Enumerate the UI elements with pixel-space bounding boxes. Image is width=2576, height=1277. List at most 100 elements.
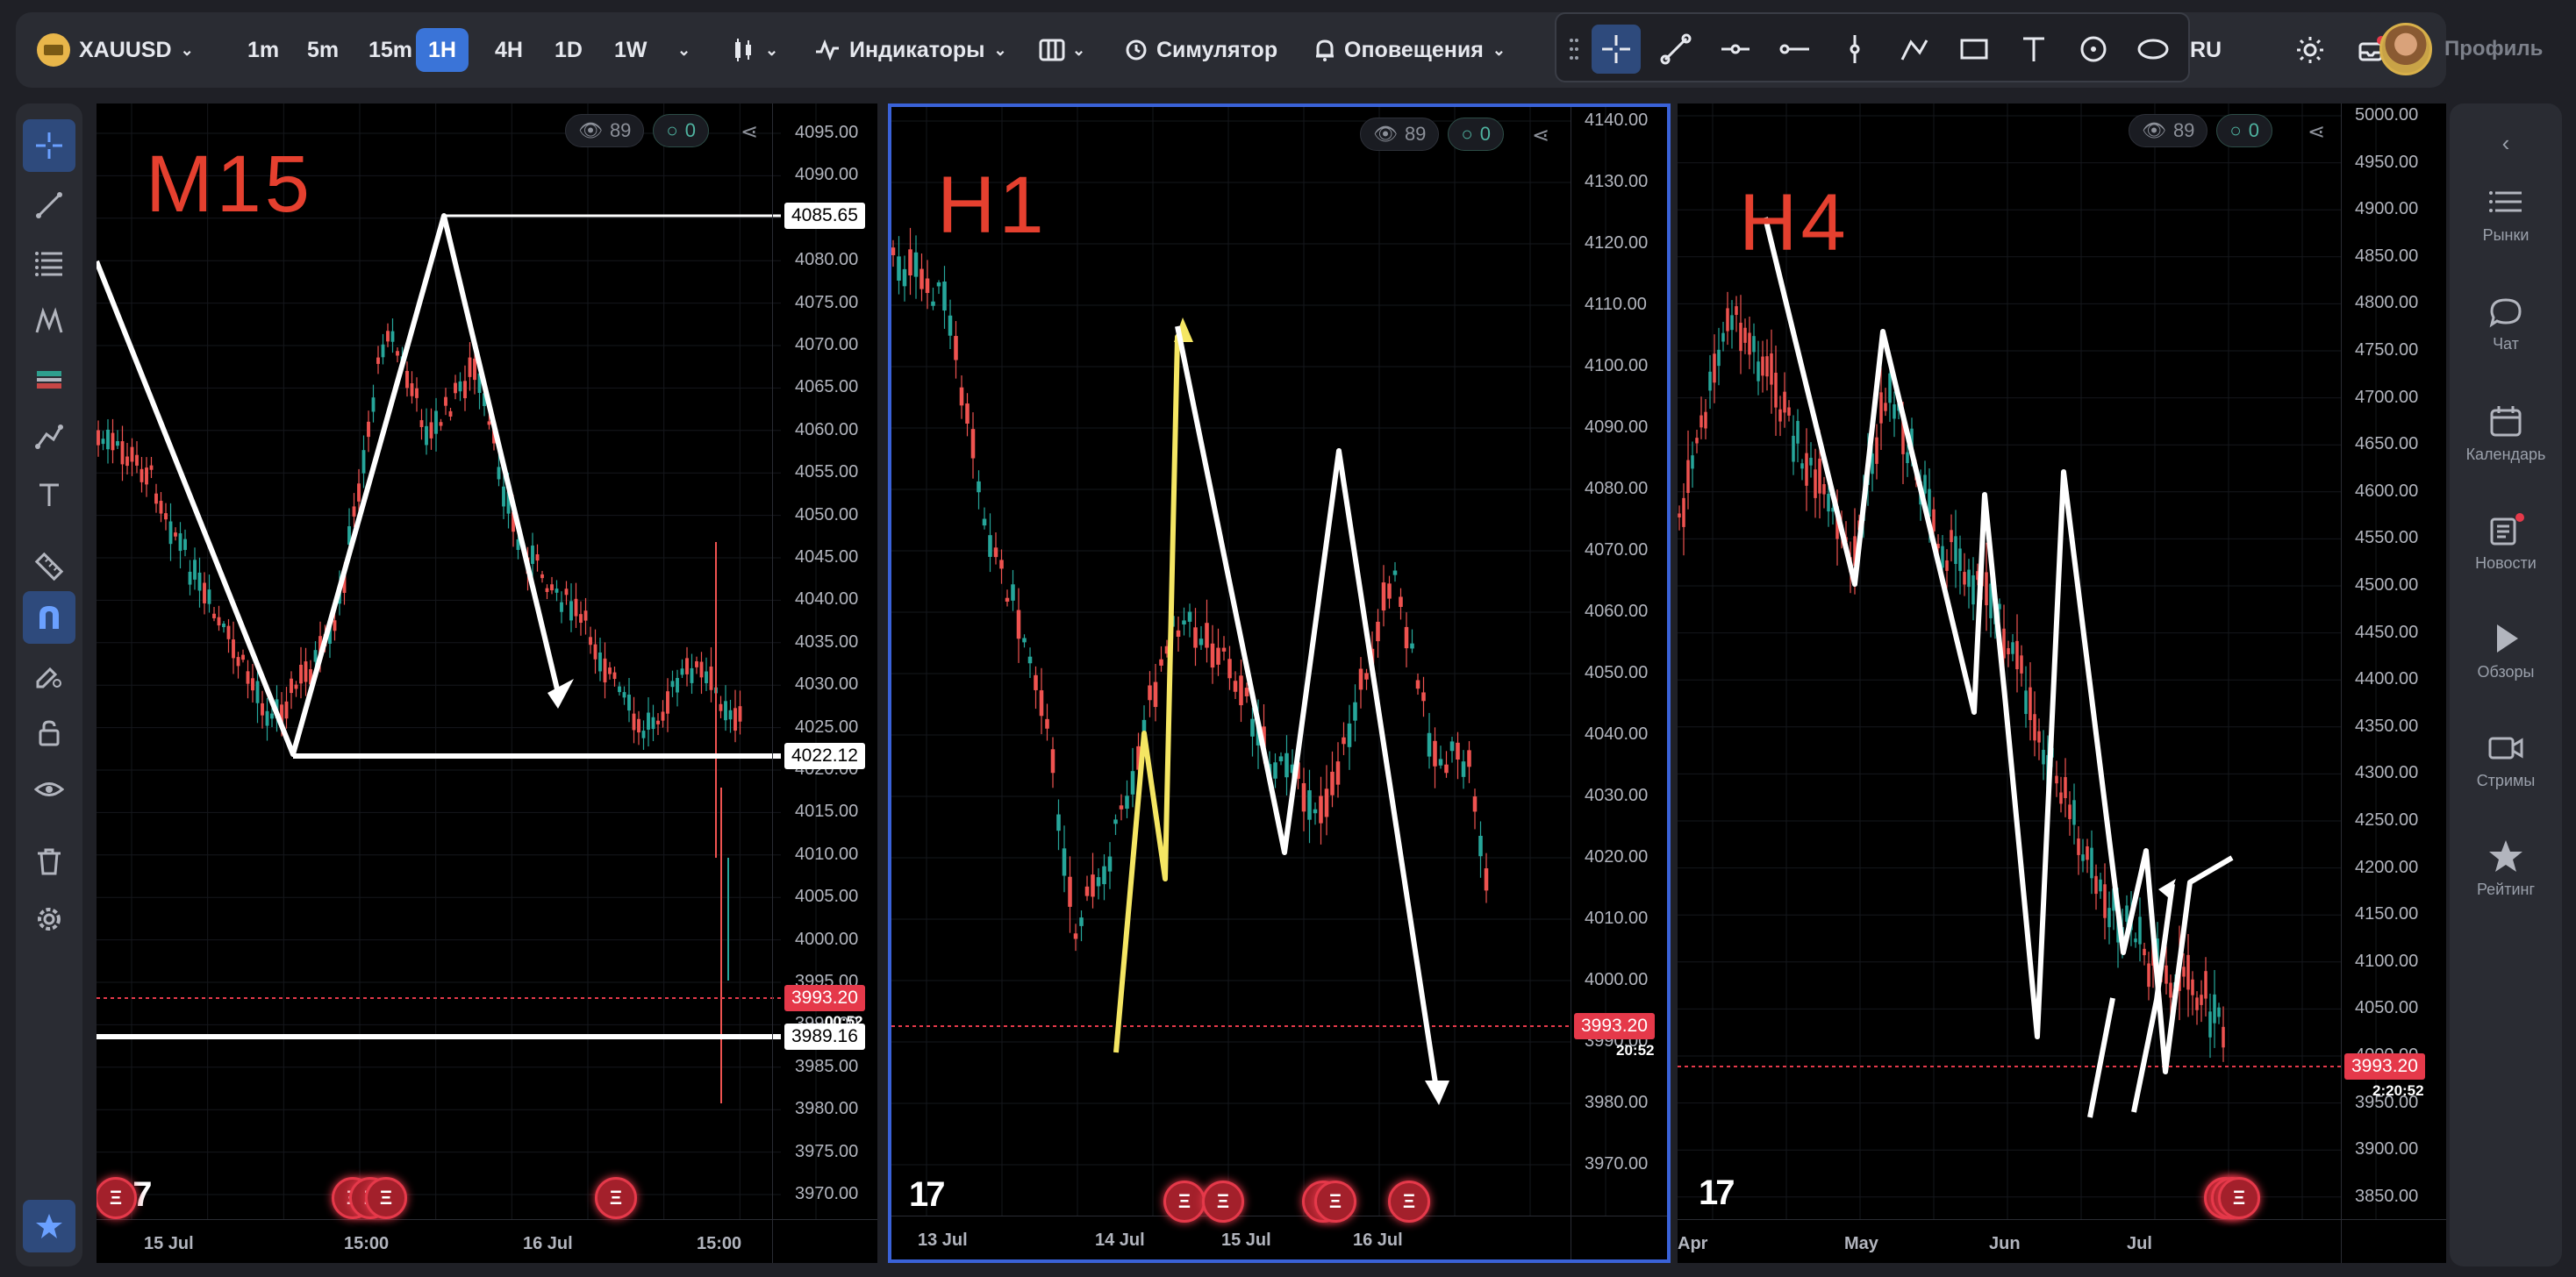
horizontal-line-tool-icon[interactable] (1711, 25, 1760, 74)
candle-body (1805, 453, 1808, 486)
event-marker-icon[interactable]: Ξ (97, 1177, 137, 1219)
symbol-selector[interactable]: XAUUSD ⌄ (37, 12, 194, 88)
price-tick: 3980.00 (795, 1099, 859, 1119)
collapse-chevron-icon[interactable]: ‹ (2450, 130, 2562, 157)
profile-button[interactable]: Профиль (2379, 23, 2543, 75)
candle-body (1770, 353, 1773, 385)
time-axis[interactable] (891, 1216, 1667, 1259)
favorites-star-icon[interactable] (23, 1200, 75, 1252)
tf-1w[interactable]: 1W (602, 28, 660, 72)
candle-body (448, 410, 453, 417)
tf-15m[interactable]: 15m (356, 28, 425, 72)
text-icon[interactable] (23, 468, 75, 521)
candle-body (2143, 948, 2146, 956)
fib-lines-icon[interactable] (23, 237, 75, 289)
circle-tool-icon[interactable] (2069, 25, 2118, 74)
path-tool-icon[interactable] (1890, 25, 1939, 74)
chart-panel-h1[interactable]: H1 👁89 ○0 ⋖ 17 ΞΞΞΞΞ4140.004130.004120.0… (888, 103, 1671, 1263)
event-marker-icon[interactable]: Ξ (365, 1177, 407, 1219)
prediction-icon[interactable] (23, 353, 75, 405)
candle-body (487, 421, 491, 425)
candle-body (1814, 469, 1817, 498)
sidebar-item-streams[interactable]: Стримы (2450, 730, 2562, 790)
tf-5m[interactable]: 5m (295, 28, 351, 72)
trendline-tool-icon[interactable] (1651, 25, 1700, 74)
views-badge[interactable]: 👁 89 (2129, 114, 2208, 147)
tf-1d[interactable]: 1D (542, 28, 595, 72)
share-icon[interactable]: ⋖ (1532, 123, 1549, 148)
event-marker-icon[interactable]: Ξ (1163, 1181, 1206, 1223)
chart-canvas[interactable] (891, 107, 1667, 1259)
candle-body (579, 614, 583, 624)
candle-body (1713, 353, 1716, 383)
indicators-button[interactable]: Индикаторы ⌄ (802, 28, 1020, 72)
candle-body (101, 439, 105, 445)
sidebar-item-reviews[interactable]: Обзоры (2450, 621, 2562, 681)
vertical-line-tool-icon[interactable] (1830, 25, 1879, 74)
magnet-icon[interactable] (23, 591, 75, 644)
time-axis[interactable] (97, 1219, 877, 1263)
sidebar-item-calendar[interactable]: Календарь (2450, 403, 2562, 464)
eye-icon[interactable] (23, 763, 75, 816)
candle-body (255, 681, 260, 703)
candle-body (2134, 938, 2137, 943)
chart-canvas[interactable] (1678, 103, 2446, 1263)
ellipse-tool-icon[interactable] (2129, 25, 2178, 74)
event-marker-icon[interactable]: Ξ (595, 1177, 637, 1219)
price-axis[interactable] (1571, 107, 1667, 1259)
time-axis[interactable] (1678, 1219, 2446, 1263)
candle-body (1176, 630, 1181, 637)
rectangle-tool-icon[interactable] (1950, 25, 1999, 74)
alerts-button[interactable]: Оповещения ⌄ (1302, 28, 1518, 72)
theme-toggle-button[interactable] (2283, 28, 2337, 72)
views-badge[interactable]: 👁 89 (565, 114, 645, 147)
pattern-icon[interactable] (23, 295, 75, 347)
simulator-button[interactable]: Симулятор (1113, 28, 1290, 72)
sidebar-item-news[interactable]: Новости (2450, 512, 2562, 573)
candles-icon (735, 39, 751, 61)
event-marker-icon[interactable]: Ξ (1314, 1181, 1356, 1223)
views-badge[interactable]: 👁 89 (1360, 118, 1440, 151)
chart-panel-m15[interactable]: M15 👁89 ○0 ⋖ 17 ΞΞΞΞΞ4095.004090.004085.… (97, 103, 877, 1263)
sidebar-item-rating[interactable]: Рейтинг (2450, 838, 2562, 899)
sidebar-item-chat[interactable]: Чат (2450, 296, 2562, 353)
candle-body (193, 560, 197, 580)
candle-body (2042, 749, 2045, 765)
ruler-icon[interactable] (23, 540, 75, 593)
ideas-badge[interactable]: ○ 0 (653, 114, 709, 147)
tf-more-chevron-icon[interactable]: ⌄ (665, 28, 703, 72)
crosshair-icon[interactable] (23, 119, 75, 172)
tf-4h[interactable]: 4H (483, 28, 535, 72)
brush-icon[interactable] (23, 410, 75, 463)
tf-1h[interactable]: 1H (416, 28, 469, 72)
trendline-icon[interactable] (23, 179, 75, 232)
gear-icon[interactable] (23, 893, 75, 945)
event-marker-icon[interactable]: Ξ (1388, 1181, 1430, 1223)
tf-1m[interactable]: 1m (235, 28, 291, 72)
text-tool-icon[interactable] (2009, 25, 2058, 74)
layout-button[interactable]: ⌄ (1027, 28, 1098, 72)
candle-body (1735, 306, 1738, 316)
ideas-badge[interactable]: ○ 0 (1448, 118, 1504, 151)
left-drawing-toolbar (16, 103, 82, 1266)
crosshair-tool-icon[interactable] (1592, 25, 1641, 74)
candle-body (178, 533, 182, 552)
pencil-lock-icon[interactable] (23, 649, 75, 702)
candle-body (908, 249, 912, 275)
chart-type-button[interactable]: ⌄ (718, 28, 791, 72)
trash-icon[interactable] (23, 835, 75, 888)
candle-body (130, 446, 134, 462)
share-icon[interactable]: ⋖ (741, 119, 758, 145)
chart-panel-h4[interactable]: H4 👁89 ○0 ⋖ 17 ΞΞΞ5000.004950.004900.004… (1678, 103, 2446, 1263)
lock-icon[interactable] (23, 707, 75, 760)
ideas-badge[interactable]: ○ 0 (2216, 114, 2272, 147)
share-icon[interactable]: ⋖ (2308, 119, 2325, 145)
candle-body (2186, 954, 2190, 990)
horizontal-ray-tool-icon[interactable] (1771, 25, 1820, 74)
candle-body (434, 410, 438, 434)
sidebar-item-markets[interactable]: Рынки (2450, 188, 2562, 245)
drag-handle-icon[interactable] (1563, 25, 1585, 74)
event-marker-icon[interactable]: Ξ (1202, 1181, 1244, 1223)
event-marker-icon[interactable]: Ξ (2218, 1177, 2260, 1219)
chart-canvas[interactable] (97, 103, 877, 1263)
